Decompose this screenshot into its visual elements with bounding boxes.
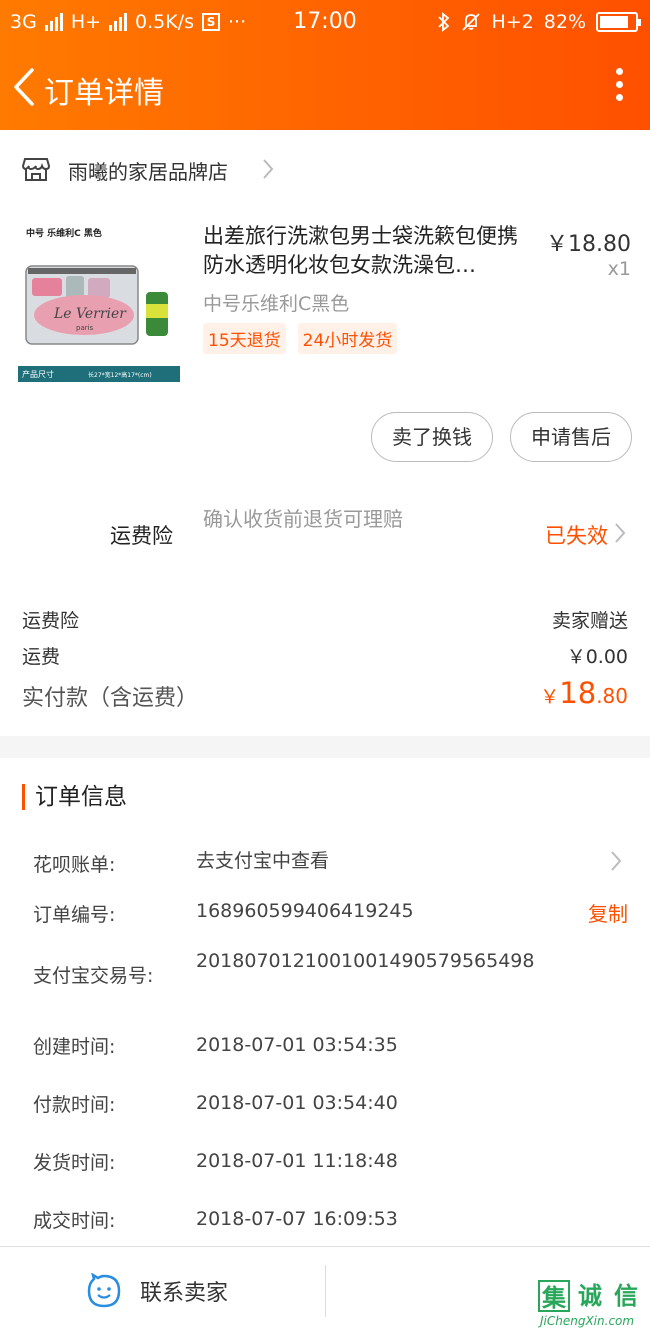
watermark-char: 诚 [578, 1282, 602, 1310]
battery-level-fill [600, 16, 628, 28]
payment-row: 实付款（含运费） ￥18.80 [22, 676, 628, 712]
watermark-logo: 集 诚 信 JiChengXin.com [526, 1276, 646, 1331]
order-info-value: 2018-07-01 11:18:48 [196, 1150, 398, 1172]
order-info-label: 花呗账单: [33, 854, 116, 876]
shop-icon [22, 158, 50, 181]
payment-currency: ￥ [540, 686, 560, 708]
order-info-label: 创建时间: [33, 1036, 116, 1058]
nav-bar: 订单详情 [0, 44, 650, 130]
chat-face-icon [87, 1273, 121, 1308]
order-info-title: 订单信息 [22, 784, 127, 810]
insurance-label: 运费险 [110, 524, 173, 548]
shop-name[interactable]: 雨曦的家居品牌店 [68, 156, 228, 185]
page-title: 订单详情 [44, 76, 164, 111]
fee-row: 运费 ￥0.00 [22, 642, 628, 669]
chevron-right-icon [615, 523, 626, 543]
order-info-value: 2018-07-07 16:09:53 [196, 1208, 398, 1230]
product-sku: 中号乐维利C黑色 [203, 293, 350, 315]
product-image-label: 中号 乐维利C 黑色 [26, 227, 102, 239]
fee-value: ￥0.00 [566, 646, 628, 668]
after-sale-button[interactable]: 申请售后 [510, 412, 632, 462]
footer-divider [325, 1265, 326, 1317]
product-tags: 15天退货 24小时发货 [203, 323, 398, 354]
payment-label: 实付款（含运费） [22, 686, 199, 711]
order-info-value[interactable]: 去支付宝中查看 [196, 848, 541, 874]
product-size-label: 产品尺寸 [22, 369, 54, 379]
insurance-desc: 确认收货前退货可理赔 [203, 507, 403, 531]
product-size-dims: 长27*宽12*高17*(cm) [88, 371, 152, 379]
product-photo: 中号 乐维利C 黑色 Le Verrier paris 产品尺寸 长27*宽12… [18, 220, 180, 382]
battery-percent: 82% [543, 11, 586, 33]
shipping-tag: 24小时发货 [297, 323, 398, 354]
contact-seller-button[interactable]: 联系卖家 [86, 1273, 228, 1309]
order-card: 雨曦的家居品牌店 中号 乐维利C 黑色 Le Verrier paris 产品尺… [0, 130, 650, 736]
header: 3G H+ 0.5K/s S ··· 17:00 H+2 82% 订单详情 [0, 0, 650, 130]
order-info-label: 成交时间: [33, 1210, 116, 1232]
payment-decimal: .80 [596, 684, 628, 708]
order-info-label: 订单编号: [33, 904, 116, 926]
order-info-value: 2018070121001001490579565498 [196, 950, 535, 972]
mute-bell-icon [462, 13, 481, 31]
order-info-label: 发货时间: [33, 1152, 116, 1174]
sell-button[interactable]: 卖了换钱 [371, 412, 493, 462]
more-options-icon[interactable] [614, 68, 624, 108]
watermark-chars: 集 诚 信 [538, 1280, 642, 1312]
order-info-label: 付款时间: [33, 1094, 116, 1116]
product-image[interactable]: 中号 乐维利C 黑色 Le Verrier paris 产品尺寸 长27*宽12… [18, 220, 180, 382]
product-brand-text: Le Verrier [53, 306, 127, 322]
copy-button[interactable]: 复制 [588, 898, 628, 927]
order-info-section: 订单信息 花呗账单: 去支付宝中查看 订单编号: 168960599406419… [0, 758, 650, 1246]
bluetooth-icon [438, 12, 450, 32]
insurance-status: 已失效 [545, 524, 608, 548]
contact-seller-label: 联系卖家 [140, 1281, 229, 1306]
order-info-value: 2018-07-01 03:54:40 [196, 1092, 398, 1114]
status-right: H+2 82% [437, 11, 641, 33]
chevron-right-icon [263, 159, 274, 179]
watermark-url: JiChengXin.com [540, 1314, 635, 1328]
footer-bar: 联系卖家 集 诚 信 JiChengXin.com [0, 1246, 650, 1335]
chevron-right-icon[interactable] [610, 850, 622, 872]
product-brand-sub: paris [76, 324, 94, 332]
shop-row[interactable]: 雨曦的家居品牌店 [0, 148, 650, 192]
order-info-label: 支付宝交易号: [33, 965, 154, 987]
battery-icon [596, 12, 641, 32]
back-arrow-icon[interactable] [8, 62, 44, 112]
network-h2-label: H+2 [491, 11, 534, 33]
action-buttons: 卖了换钱 申请售后 [371, 412, 632, 462]
payment-amount: ￥18.80 [540, 676, 628, 710]
product-title[interactable]: 出差旅行洗漱包男士袋洗簌包便携防水透明化妆包女款洗澡包… [203, 222, 535, 280]
fee-label: 运费险 [22, 610, 80, 632]
order-info-value: 2018-07-01 03:54:35 [196, 1034, 398, 1056]
product-price: ￥18.80 [546, 232, 631, 257]
fee-row: 运费险 卖家赠送 [22, 606, 628, 633]
order-info-value: 168960599406419245 [196, 900, 414, 922]
payment-integer: 18 [559, 676, 597, 710]
shipping-insurance-row[interactable]: 运费险 确认收货前退货可理赔 已失效 [0, 502, 650, 562]
watermark-char: 信 [614, 1282, 638, 1310]
fee-value: 卖家赠送 [551, 610, 628, 632]
status-bar: 3G H+ 0.5K/s S ··· 17:00 H+2 82% [0, 0, 650, 44]
fee-label: 运费 [22, 646, 61, 668]
return-policy-tag: 15天退货 [203, 323, 286, 354]
watermark-char: 集 [538, 1280, 570, 1312]
product-quantity: x1 [607, 258, 631, 280]
